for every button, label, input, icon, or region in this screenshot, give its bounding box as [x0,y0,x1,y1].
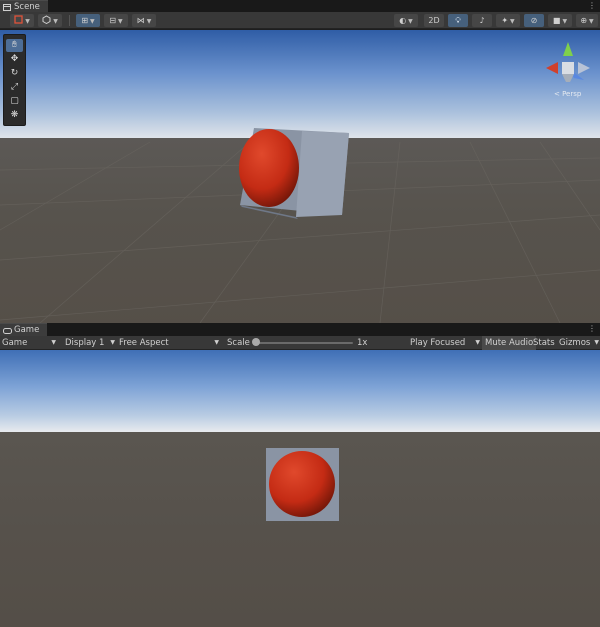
chevron-down-icon: ▼ [25,18,30,25]
increment-snap-icon: ⋈ [136,16,145,25]
chevron-down-icon: ▼ [146,18,152,25]
scene-tab-label: Scene [14,2,40,12]
hand-icon: ✋︎ [11,40,18,50]
grid-visibility-toggle[interactable]: ⊞ ▼ [76,14,100,27]
rect-tool[interactable]: ▢ [6,95,23,108]
gizmo-globe-icon: ⊕ [580,16,588,25]
chevron-down-icon: ▼ [510,18,515,25]
display-mode-dropdown[interactable]: Game ▼ [2,336,58,350]
shading-icon: ◐ [399,16,407,25]
scene-viewport[interactable]: ✋︎ ✥ ↻ ⤢ ▢ ❋ < Persp [0,30,600,323]
light-bulb-icon: 💡︎ [455,16,461,25]
tools-palette: ✋︎ ✥ ↻ ⤢ ▢ ❋ [3,34,26,126]
move-arrows-icon: ✥ [10,54,19,64]
gizmos-dropdown-game[interactable]: Gizmos ▼ [559,336,600,350]
tool-handle-toggle[interactable]: ▼ [10,14,34,27]
gizmo-persp-label: < Persp [554,90,582,98]
rotate-tool[interactable]: ↻ [6,67,23,80]
transform-tool[interactable]: ❋ [6,109,23,122]
toolbar-separator [69,15,70,26]
camera-icon: ■ [552,16,561,25]
game-sphere-object [269,451,335,517]
chevron-down-icon: ▼ [589,18,594,25]
play-mode-label: Play Focused [410,338,466,348]
scene-tab[interactable]: Scene [0,0,48,12]
sphere-object[interactable] [238,128,302,208]
mode-2d-toggle[interactable]: 2D [424,14,444,27]
snap-settings-button[interactable]: ⊟ ▼ [104,14,128,27]
scale-slider-track[interactable] [255,342,353,344]
scene-icon [3,4,11,11]
game-tab-bar: Game ⋮ [0,323,600,336]
chevron-down-icon: ▼ [118,18,123,25]
lighting-toggle[interactable]: 💡︎ [448,14,468,27]
rotate-icon: ↻ [10,68,19,78]
chevron-down-icon: ▼ [594,339,599,346]
effects-dropdown[interactable]: ✦ ▼ [496,14,520,27]
chevron-down-icon: ▼ [53,18,58,25]
scale-tool[interactable]: ⤢ [6,81,23,94]
scale-slider-knob[interactable] [252,338,260,346]
scale-icon: ⤢ [10,82,19,92]
stats-toggle[interactable]: Stats [533,336,555,350]
scale-value: 1x [357,338,368,348]
gizmos-dropdown[interactable]: ⊕ ▼ [576,14,598,27]
display-dropdown[interactable]: Display 1 ▼ [65,336,115,350]
mute-audio-toggle[interactable]: Mute Audio [482,336,537,350]
cube-snap-icon [42,15,51,25]
transform-icon: ❋ [10,110,19,120]
aspect-label: Free Aspect [119,338,169,348]
game-sky [0,350,600,432]
game-viewport[interactable] [0,350,600,627]
play-mode-dropdown[interactable]: Play Focused ▼ [410,336,480,350]
scene-tab-bar: Scene ⋮ [0,0,600,12]
move-tool[interactable]: ✥ [6,53,23,66]
orientation-gizmo[interactable]: < Persp [540,38,596,98]
scene-toolbar: ▼ ▼ ⊞ ▼ ⊟ ▼ ⋈ ▼ ◐ ▼ 2D 💡︎ ♪ ✦ ▼ ⊘ ■ ▼ ⊕ ▼ [0,12,600,29]
eye-off-icon: ⊘ [530,16,538,25]
gizmos-label: Gizmos [559,338,591,348]
snap-icon: ⊟ [109,16,117,25]
aspect-dropdown[interactable]: Free Aspect ▼ [119,336,221,350]
chevron-down-icon: ▼ [562,18,568,25]
chevron-down-icon: ▼ [214,339,219,346]
chevron-down-icon: ▼ [51,339,56,346]
chevron-down-icon: ▼ [408,18,413,25]
increment-snap-button[interactable]: ⋈ ▼ [132,14,156,27]
chevron-down-icon: ▼ [475,339,480,346]
rect-icon: ▢ [10,96,19,106]
game-toolbar: Game ▼ Display 1 ▼ Free Aspect ▼ Scale 1… [0,336,600,350]
mode-2d-label: 2D [428,16,440,25]
chevron-down-icon: ▼ [110,339,115,346]
audio-icon: ♪ [479,16,485,25]
display-mode-label: Game [2,338,28,348]
audio-toggle[interactable]: ♪ [472,14,492,27]
game-tab-label: Game [14,325,40,335]
scene-tab-menu-icon[interactable]: ⋮ [588,1,596,10]
effects-icon: ✦ [501,16,509,25]
camera-dropdown[interactable]: ■ ▼ [548,14,572,27]
display-label: Display 1 [65,338,105,348]
grid-snap-toggle[interactable]: ▼ [38,14,62,27]
hand-tool[interactable]: ✋︎ [6,39,23,52]
grid-icon: ⊞ [81,16,89,25]
draw-mode-dropdown[interactable]: ◐ ▼ [394,14,418,27]
gamepad-icon [3,328,12,334]
hidden-objects-toggle[interactable]: ⊘ [524,14,544,27]
scale-label: Scale [227,338,250,348]
tool-handle-icon [14,15,23,24]
chevron-down-icon: ▼ [90,18,95,25]
game-tab-menu-icon[interactable]: ⋮ [588,324,596,333]
game-tab[interactable]: Game [0,323,48,336]
